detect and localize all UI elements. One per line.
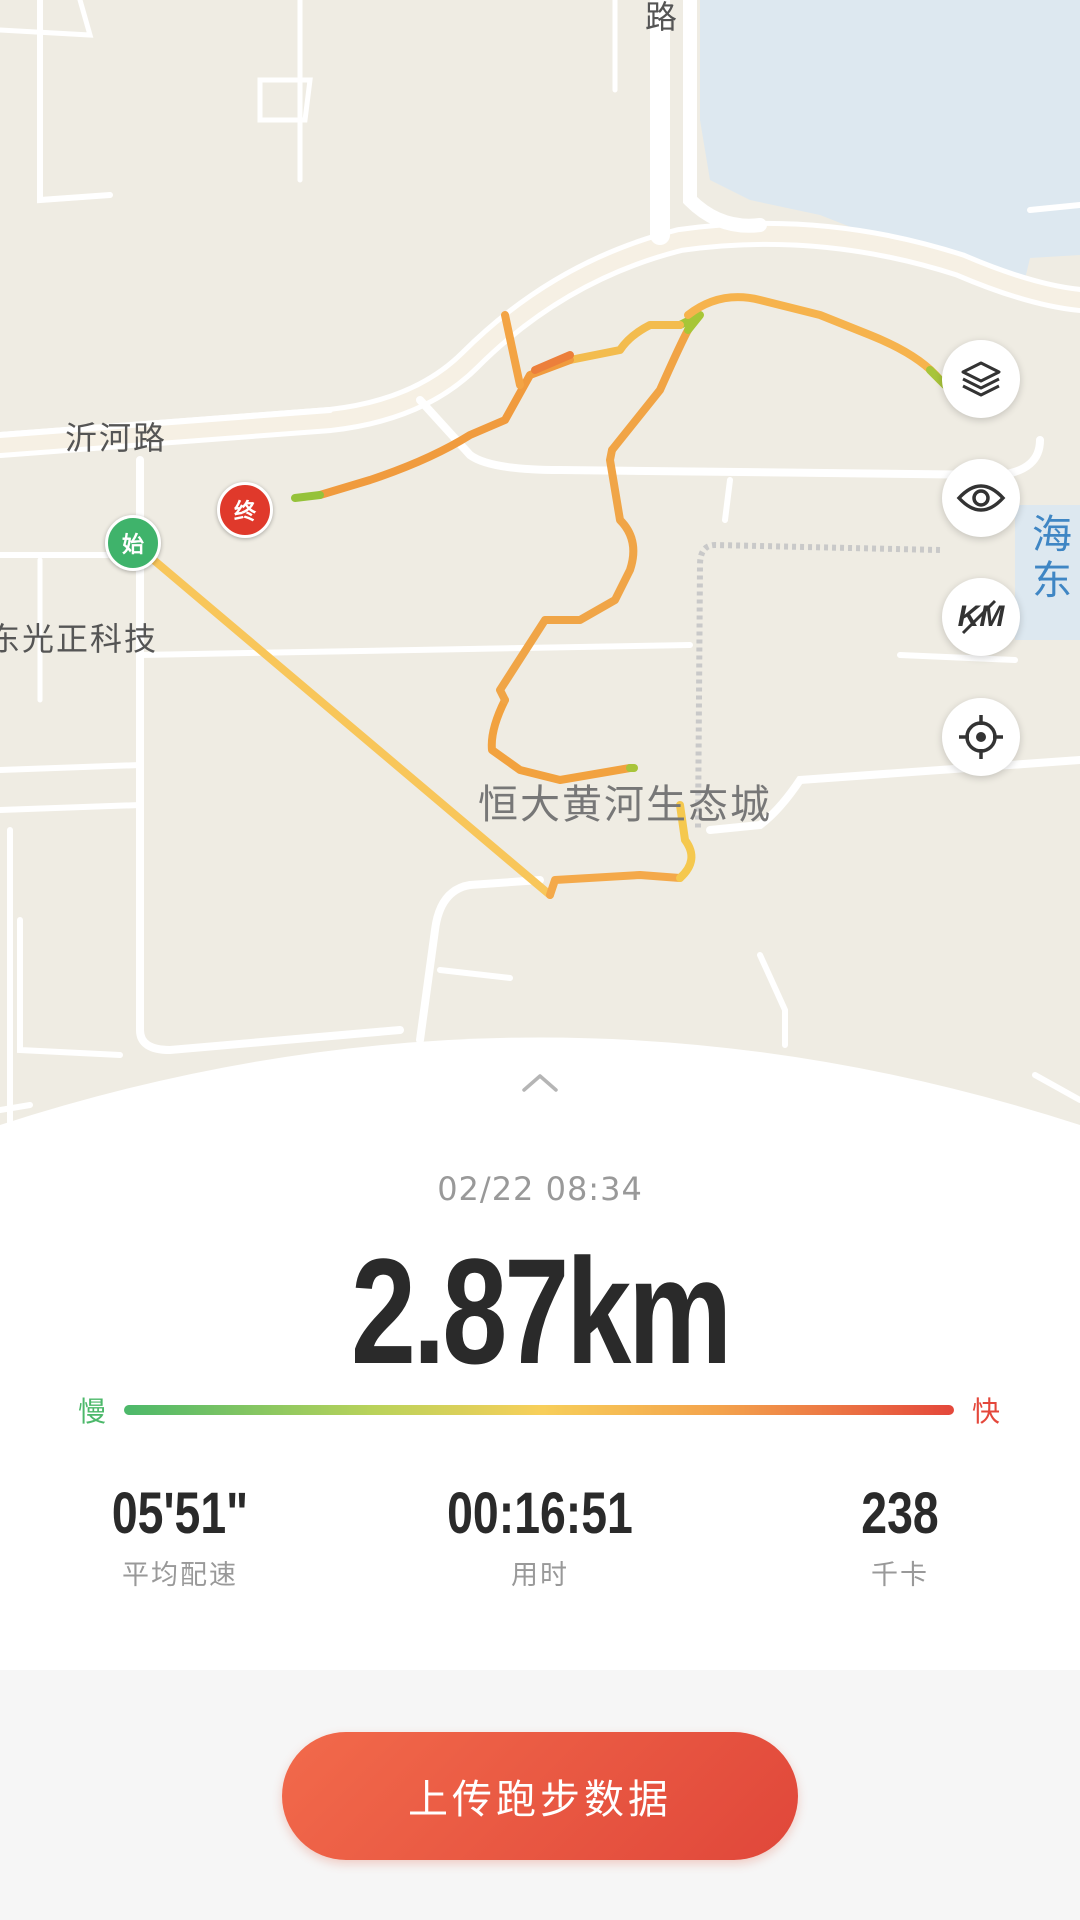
stat-value: 00:16:51 [447, 1481, 633, 1546]
chevron-up-icon[interactable] [520, 1070, 560, 1094]
stat-duration: 00:16:51 用时 [390, 1480, 690, 1592]
stat-avg-pace: 05'51" 平均配速 [30, 1480, 330, 1592]
km-toggle-button[interactable]: KM [942, 578, 1020, 656]
water-label-2: 东 [1032, 558, 1072, 604]
locate-icon [959, 715, 1003, 759]
stat-calories: 238 千卡 [750, 1480, 1050, 1592]
eye-icon [956, 484, 1006, 512]
visibility-button[interactable] [942, 459, 1020, 537]
road-label-top: 路 [645, 0, 680, 36]
run-distance: 2.87km [350, 1227, 732, 1395]
legend-slow-label: 慢 [78, 1395, 107, 1428]
locate-button[interactable] [942, 698, 1020, 776]
run-datetime: 02/22 08:34 [437, 1170, 643, 1208]
layers-button[interactable] [942, 340, 1020, 418]
km-slash-icon [961, 599, 997, 635]
map-canvas [0, 0, 1080, 1143]
stat-label: 千卡 [871, 1560, 929, 1591]
pace-gradient-bar [124, 1405, 954, 1415]
stat-value: 05'51" [111, 1481, 249, 1546]
water-label-1: 海 [1032, 512, 1072, 558]
upload-run-button[interactable]: 上传跑步数据 [282, 1732, 798, 1860]
poi-label-community: 恒大黄河生态城 [478, 782, 772, 828]
layers-icon [961, 361, 1001, 397]
stat-label: 用时 [511, 1560, 569, 1591]
legend-fast-label: 快 [972, 1395, 1001, 1428]
road-label-yihe: 沂河路 [65, 419, 168, 457]
stat-value: 238 [861, 1481, 939, 1546]
route-map[interactable]: 路 沂河路 东光正科技 恒大黄河生态城 海 东 始 终 KM [0, 0, 1080, 1143]
stat-label: 平均配速 [122, 1560, 238, 1591]
start-marker: 始 [105, 515, 161, 571]
end-marker: 终 [217, 482, 273, 538]
run-summary-sheet: 02/22 08:34 2.87km 慢 快 05'51" 平均配速 00:16… [0, 1000, 1080, 1670]
poi-label-company: 东光正科技 [0, 620, 159, 658]
